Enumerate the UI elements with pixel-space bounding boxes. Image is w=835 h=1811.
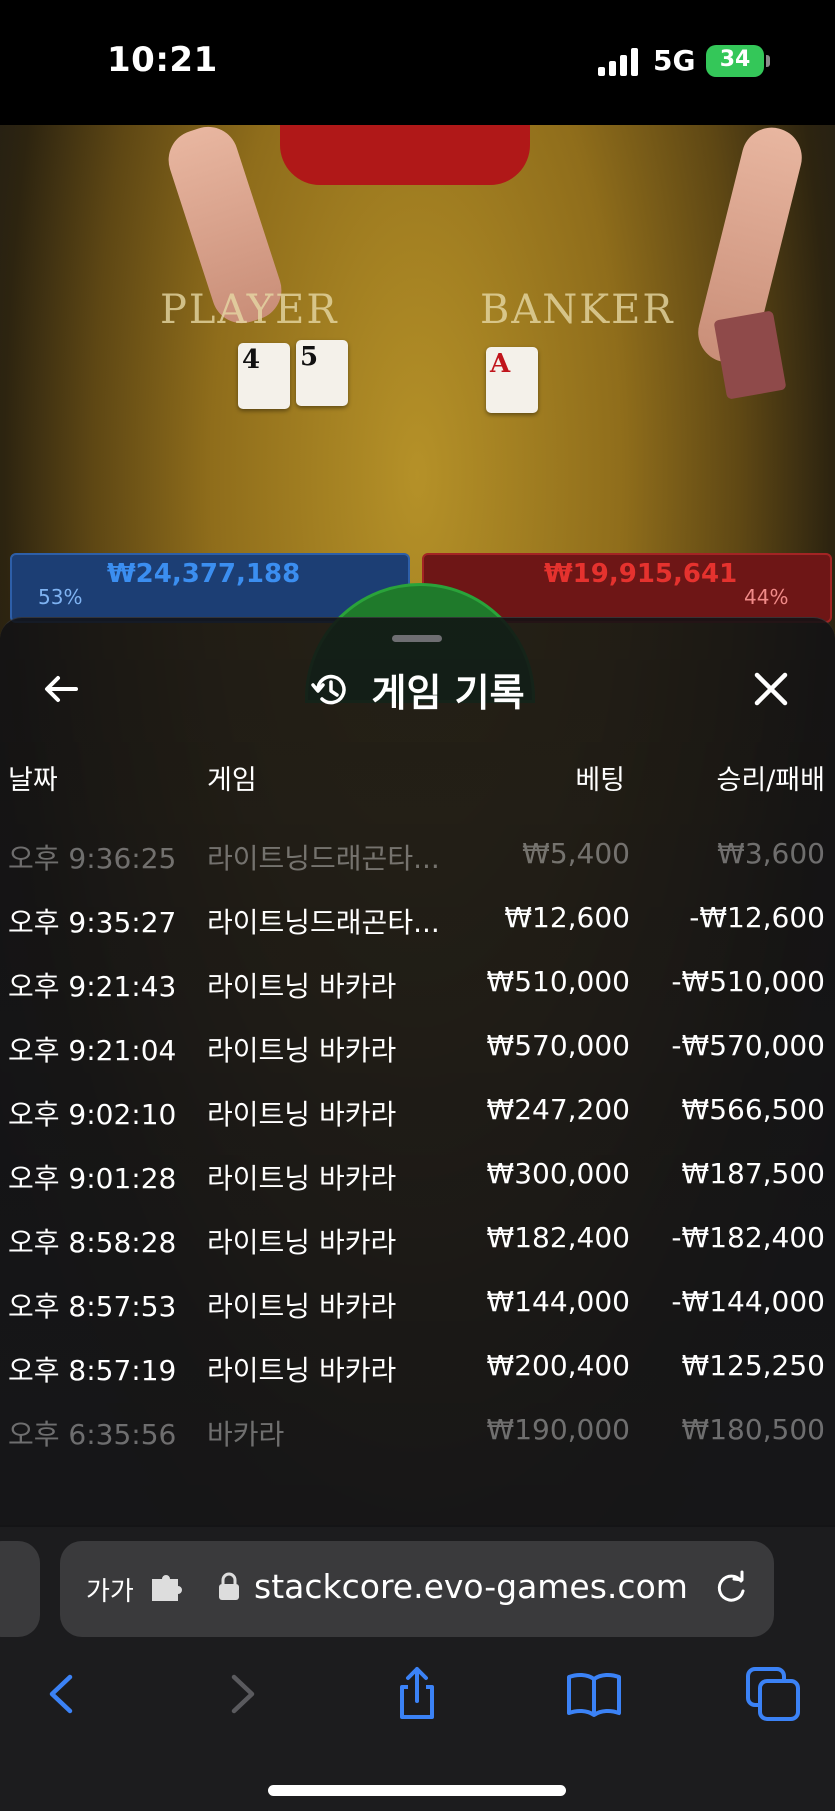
- row-result: ₩187,500: [681, 1157, 825, 1190]
- dealer-dress: [280, 125, 530, 185]
- column-header-result[interactable]: 승리/패배: [717, 758, 825, 797]
- url-text[interactable]: stackcore.evo-games.com: [254, 1567, 688, 1606]
- row-game: 라이트닝 바카라: [207, 1290, 397, 1323]
- row-result: ₩125,250: [681, 1349, 825, 1382]
- status-bar: 10:21 5G 34: [0, 0, 835, 125]
- row-bet: ₩570,000: [486, 1029, 630, 1062]
- row-time: 오후 9:36:25: [8, 842, 177, 875]
- row-result: -₩144,000: [671, 1285, 825, 1318]
- history-row[interactable]: 오후 9:36:25 라이트닝드래곤타... ₩5,400 ₩3,600: [0, 823, 835, 887]
- column-header-bet[interactable]: 베팅: [575, 758, 625, 797]
- forward-nav-button[interactable]: [212, 1665, 270, 1723]
- row-game: 라이트닝 바카라: [207, 1098, 397, 1131]
- cellular-signal-icon: [598, 48, 640, 76]
- sheet-grabber[interactable]: [392, 635, 442, 642]
- history-row[interactable]: 오후 8:57:53 라이트닝 바카라 ₩144,000 -₩144,000: [0, 1271, 835, 1335]
- row-time: 오후 6:35:56: [8, 1418, 177, 1451]
- bookmarks-button[interactable]: [565, 1665, 623, 1723]
- row-bet: ₩182,400: [486, 1221, 630, 1254]
- home-indicator[interactable]: [268, 1785, 566, 1796]
- share-button[interactable]: [388, 1665, 446, 1723]
- sheet-title: 게임 기록: [371, 671, 525, 715]
- history-row[interactable]: 오후 9:02:10 라이트닝 바카라 ₩247,200 ₩566,500: [0, 1079, 835, 1143]
- row-bet: ₩12,600: [504, 901, 630, 934]
- history-row[interactable]: 오후 8:58:28 라이트닝 바카라 ₩182,400 -₩182,400: [0, 1207, 835, 1271]
- back-nav-button[interactable]: [34, 1665, 92, 1723]
- column-header-date[interactable]: 날짜: [8, 758, 58, 797]
- row-result: -₩182,400: [671, 1221, 825, 1254]
- row-bet: ₩5,400: [522, 837, 630, 870]
- row-bet: ₩190,000: [486, 1413, 630, 1446]
- row-bet: ₩510,000: [486, 965, 630, 998]
- game-history-sheet: 게임 기록 날짜 게임 베팅 승리/패배 오후 9:36:25 라이트닝드래곤타.…: [0, 617, 835, 1527]
- extension-icon[interactable]: [150, 1573, 184, 1603]
- history-row[interactable]: 오후 9:21:43 라이트닝 바카라 ₩510,000 -₩510,000: [0, 951, 835, 1015]
- row-game: 라이트닝드래곤타...: [207, 842, 440, 875]
- history-icon: [311, 674, 347, 704]
- row-time: 오후 9:02:10: [8, 1098, 177, 1131]
- history-row[interactable]: 오후 9:01:28 라이트닝 바카라 ₩300,000 ₩187,500: [0, 1143, 835, 1207]
- lock-icon: [219, 1572, 239, 1600]
- close-button[interactable]: [748, 666, 794, 712]
- close-icon: [754, 672, 788, 706]
- banker-card-1: A: [486, 347, 538, 413]
- row-result: ₩566,500: [681, 1093, 825, 1126]
- row-game: 라이트닝 바카라: [207, 970, 397, 1003]
- row-bet: ₩200,400: [486, 1349, 630, 1382]
- column-header-game[interactable]: 게임: [207, 758, 257, 797]
- history-row[interactable]: 오후 8:57:19 라이트닝 바카라 ₩200,400 ₩125,250: [0, 1335, 835, 1399]
- row-game: 라이트닝 바카라: [207, 1226, 397, 1259]
- row-time: 오후 9:01:28: [8, 1162, 177, 1195]
- row-time: 오후 8:58:28: [8, 1226, 177, 1259]
- battery-icon: 34: [706, 45, 770, 77]
- banker-area-label: BANKER: [480, 287, 675, 333]
- row-game: 라이트닝 바카라: [207, 1162, 397, 1195]
- row-result: -₩510,000: [671, 965, 825, 998]
- row-bet: ₩247,200: [486, 1093, 630, 1126]
- row-bet: ₩144,000: [486, 1285, 630, 1318]
- row-time: 오후 9:21:43: [8, 970, 177, 1003]
- player-card-2: 5: [296, 340, 348, 406]
- row-result: ₩180,500: [681, 1413, 825, 1446]
- history-row[interactable]: 오후 9:21:04 라이트닝 바카라 ₩570,000 -₩570,000: [0, 1015, 835, 1079]
- status-time: 10:21: [107, 40, 218, 80]
- row-time: 오후 9:21:04: [8, 1034, 177, 1067]
- row-game: 라이트닝드래곤타...: [207, 906, 440, 939]
- tabs-button[interactable]: [744, 1665, 802, 1723]
- row-game: 바카라: [207, 1418, 285, 1451]
- battery-level: 34: [719, 47, 751, 72]
- sheet-header: 게임 기록: [0, 662, 835, 717]
- browser-chrome: 가가 stackcore.evo-games.com: [0, 1527, 835, 1811]
- row-result: ₩3,600: [717, 837, 825, 870]
- row-game: 라이트닝 바카라: [207, 1354, 397, 1387]
- player-bet-total: ₩24,377,188: [107, 559, 301, 589]
- player-percentage: 53%: [38, 585, 83, 609]
- history-row[interactable]: 오후 9:35:27 라이트닝드래곤타... ₩12,600 -₩12,600: [0, 887, 835, 951]
- reload-icon[interactable]: [712, 1569, 750, 1607]
- network-type: 5G: [653, 44, 696, 77]
- banker-percentage: 44%: [744, 585, 789, 609]
- player-area-label: PLAYER: [160, 287, 339, 333]
- banker-bet-total: ₩19,915,641: [544, 559, 738, 589]
- row-time: 오후 8:57:19: [8, 1354, 177, 1387]
- row-time: 오후 9:35:27: [8, 906, 177, 939]
- player-card-1: 4: [238, 343, 290, 409]
- page-settings-button[interactable]: 가가: [86, 1571, 134, 1608]
- row-result: -₩12,600: [689, 901, 825, 934]
- row-bet: ₩300,000: [486, 1157, 630, 1190]
- row-time: 오후 8:57:53: [8, 1290, 177, 1323]
- row-result: -₩570,000: [671, 1029, 825, 1062]
- row-game: 라이트닝 바카라: [207, 1034, 397, 1067]
- history-row[interactable]: 오후 6:35:56 바카라 ₩190,000 ₩180,500: [0, 1399, 835, 1463]
- address-bar[interactable]: 가가 stackcore.evo-games.com: [60, 1541, 774, 1637]
- card-shoe: [713, 310, 787, 400]
- previous-tab-preview[interactable]: [0, 1541, 40, 1637]
